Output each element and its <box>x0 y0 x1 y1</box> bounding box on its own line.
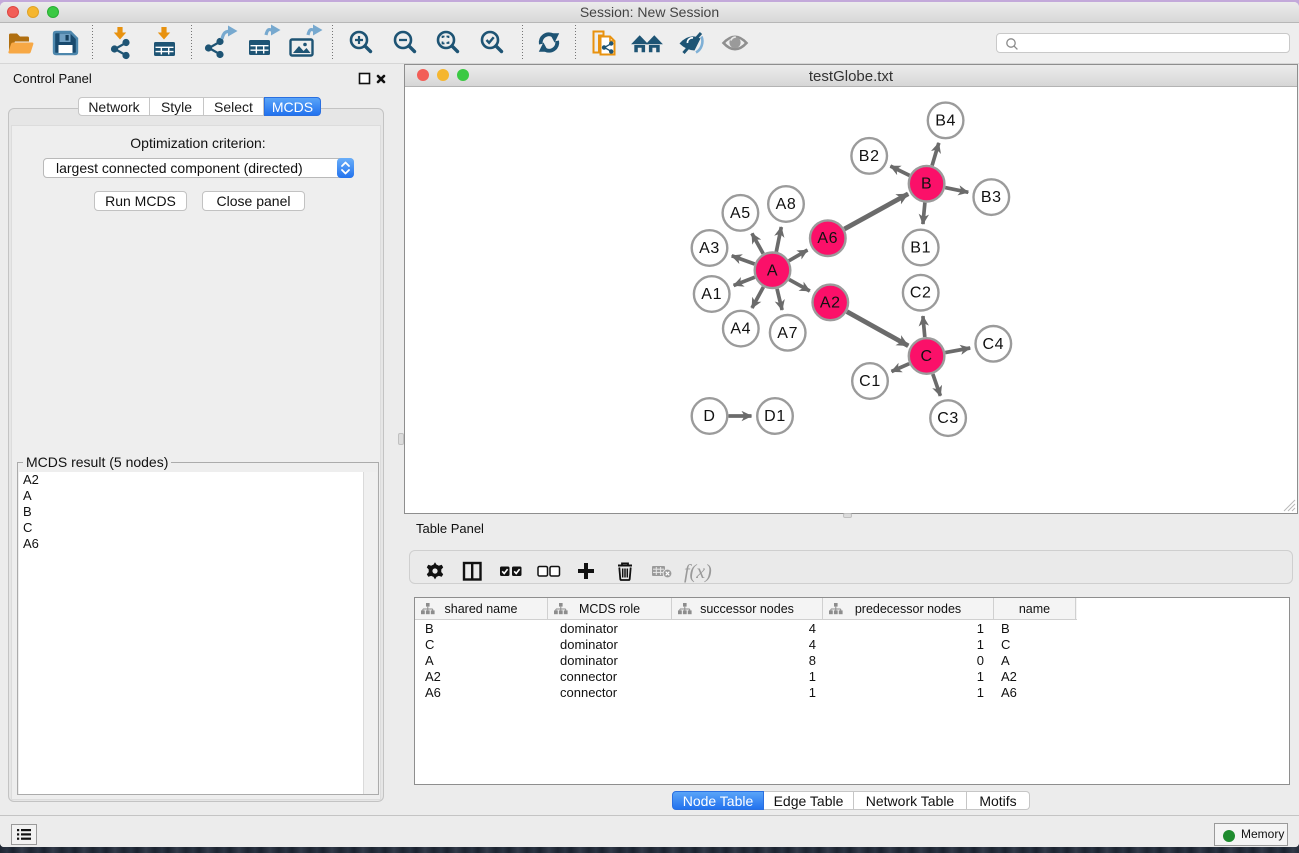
svg-text:C: C <box>921 348 933 365</box>
svg-text:C1: C1 <box>859 373 881 390</box>
svg-text:A3: A3 <box>699 240 720 257</box>
svg-text:B3: B3 <box>981 189 1002 206</box>
svg-text:B1: B1 <box>910 240 931 257</box>
svg-text:D: D <box>703 408 715 425</box>
svg-text:C3: C3 <box>937 410 959 427</box>
svg-text:A2: A2 <box>820 294 841 311</box>
svg-text:C4: C4 <box>982 336 1004 353</box>
svg-text:A5: A5 <box>730 205 751 222</box>
svg-text:B: B <box>921 176 932 193</box>
svg-text:A8: A8 <box>776 196 797 213</box>
svg-text:A7: A7 <box>777 325 798 342</box>
svg-text:A: A <box>767 262 778 279</box>
svg-text:B2: B2 <box>859 148 880 165</box>
svg-text:A6: A6 <box>817 230 838 247</box>
svg-text:A1: A1 <box>701 286 722 303</box>
svg-text:B4: B4 <box>935 112 956 129</box>
svg-text:C2: C2 <box>910 285 932 302</box>
svg-text:f(x): f(x) <box>684 561 712 583</box>
svg-text:A4: A4 <box>730 321 751 338</box>
svg-text:D1: D1 <box>764 408 786 425</box>
